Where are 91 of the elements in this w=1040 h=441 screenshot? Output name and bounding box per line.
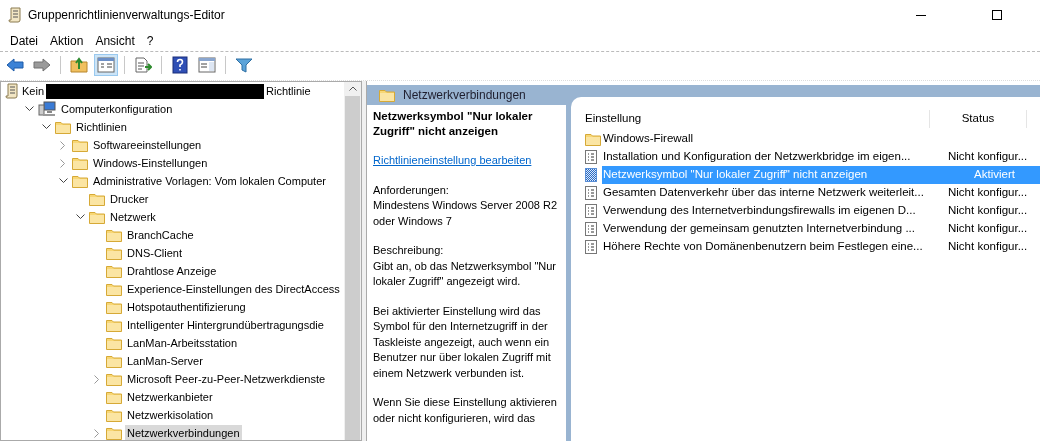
tree-item-label[interactable]: Kein <box>22 82 45 100</box>
tree-item[interactable]: Microsoft Peer-zu-Peer-Netzwerkdienste <box>125 370 328 388</box>
description-text: Anforderungen: Mindestens Windows Server 2008 R2 oder Windows 7 <box>373 182 559 229</box>
tree-item[interactable]: Netzwerkisolation <box>125 406 216 424</box>
setting-icon <box>585 168 597 182</box>
tree-item[interactable]: LanMan-Server <box>125 352 205 370</box>
tree-item[interactable]: Computerkonfiguration <box>59 100 175 118</box>
console-tree-icon <box>97 57 115 73</box>
forward-arrow-icon <box>33 58 51 72</box>
folder-icon <box>106 372 122 386</box>
tree-item[interactable]: LanMan-Arbeitsstation <box>125 334 240 352</box>
tree-item[interactable]: Hotspotauthentifizierung <box>125 298 248 316</box>
tree-item[interactable]: Netzwerkverbindungen <box>125 424 242 440</box>
header-title: Netzwerkverbindungen <box>403 87 526 104</box>
folder-icon <box>72 138 88 152</box>
export-list-icon <box>134 57 152 73</box>
folder-icon <box>106 390 122 404</box>
folder-icon <box>106 228 122 242</box>
description-text: Beschreibung: Gibt an, ob das Netzwerksymbol "Nur lokaler Zugriff" angezeigt wird. <box>373 243 558 289</box>
folder-icon <box>585 132 601 146</box>
computer-icon <box>38 101 56 117</box>
setting-icon <box>585 204 597 218</box>
setting-icon <box>585 150 597 164</box>
folder-icon <box>72 174 88 188</box>
maximize-icon <box>992 10 1002 20</box>
tree-item[interactable]: Netzwerkanbieter <box>125 388 215 406</box>
description-text: Bei aktivierter Einstellung wird das Symbol für den Internetzugriff in der Taskleiste angezeigt, auch wenn ein Benutzer nur über lokalen Zugriff mit einem Netzwerk verbunden ist. <box>373 303 552 381</box>
folder-icon <box>106 246 122 260</box>
chevron-right-icon[interactable] <box>60 140 66 150</box>
list-row[interactable]: Verwendung des Internetverbindungsfirewalls im eigenen D... Nicht konfigur... <box>602 202 1040 220</box>
chevron-down-icon[interactable] <box>75 214 85 220</box>
chevron-right-icon[interactable] <box>94 428 100 438</box>
folder-icon <box>89 210 105 224</box>
chevron-right-icon[interactable] <box>94 374 100 384</box>
tree-item[interactable]: Softwareeinstellungen <box>91 136 204 154</box>
setting-icon <box>585 222 597 236</box>
folder-icon <box>106 336 122 350</box>
tree-item[interactable]: Richtlinien <box>74 118 129 136</box>
tree-item[interactable]: Drucker <box>108 190 151 208</box>
folder-icon <box>106 264 122 278</box>
scroll-icon <box>8 7 22 23</box>
minimize-icon <box>916 14 926 16</box>
list-row[interactable]: Höhere Rechte von Domänenbenutzern beim Festlegen eine... Nicht konfigur... <box>602 238 1040 256</box>
menu-item[interactable]: Ansicht <box>89 30 141 51</box>
setting-icon <box>585 186 597 200</box>
edit-policy-link[interactable]: Richtlinieneinstellung bearbeiten <box>373 153 532 169</box>
list-row[interactable]: Installation und Konfiguration der Netzwerkbridge im eigen... Nicht konfigur... <box>602 148 1040 166</box>
setting-icon <box>585 240 597 254</box>
tree-item[interactable]: Drahtlose Anzeige <box>125 262 219 280</box>
window-title: Gruppenrichtlinienverwaltungs-Editor <box>28 7 225 24</box>
menu-item[interactable]: ? <box>140 30 160 51</box>
chevron-right-icon[interactable] <box>60 158 66 168</box>
tree-item-label[interactable]: Richtlinie <box>266 82 311 100</box>
action-pane-icon <box>198 57 216 73</box>
folder-icon <box>379 88 395 102</box>
tree-item[interactable]: BranchCache <box>125 226 196 244</box>
tree-item[interactable]: Netzwerk <box>108 208 158 226</box>
column-header[interactable]: Status <box>930 110 1026 128</box>
folder-icon <box>106 354 122 368</box>
menu-item[interactable]: Datei <box>4 30 44 51</box>
scrollbar-thumb[interactable] <box>345 96 360 440</box>
folder-icon <box>106 282 122 296</box>
description-text: Wenn Sie diese Einstellung aktivieren oder nicht konfigurieren, wird das <box>373 395 558 426</box>
filter-icon <box>235 57 253 73</box>
folder-icon <box>106 300 122 314</box>
tree-item[interactable]: Administrative Vorlagen: Vom lokalen Computer <box>91 172 328 190</box>
back-arrow-icon <box>6 58 24 72</box>
list-row[interactable]: Verwendung der gemeinsam genutzten Internetverbindung ... Nicht konfigur... <box>602 220 1040 238</box>
scroll-up-icon[interactable] <box>348 86 357 91</box>
folder-icon <box>55 120 71 134</box>
list-row[interactable]: Windows-Firewall <box>602 130 1040 148</box>
folder-icon <box>106 408 122 422</box>
tree-item[interactable]: Intelligenter Hintergrundübertragungsdie <box>125 316 326 334</box>
tree-item[interactable]: Experience-Einstellungen des DirectAccess <box>125 280 342 298</box>
chevron-down-icon[interactable] <box>58 178 68 184</box>
folder-icon <box>72 156 88 170</box>
menu-item[interactable]: Aktion <box>44 30 90 51</box>
tree-item[interactable]: Windows-Einstellungen <box>91 154 210 172</box>
folder-icon <box>106 318 122 332</box>
scrollbar[interactable] <box>344 82 361 440</box>
help-icon <box>172 56 188 74</box>
folder-up-icon <box>70 57 88 73</box>
column-header[interactable]: Einstellung <box>571 110 929 128</box>
scroll-icon <box>5 83 19 99</box>
folder-icon <box>89 192 105 206</box>
policy-title: Netzwerksymbol "Nur lokaler Zugriff" nicht anzeigen <box>373 109 534 139</box>
chevron-down-icon[interactable] <box>24 106 34 112</box>
folder-icon <box>106 426 122 440</box>
tree-item[interactable]: DNS-Client <box>125 244 184 262</box>
list-row[interactable]: Gesamten Datenverkehr über das interne Netzwerk weiterleit... Nicht konfigur... <box>602 184 1040 202</box>
chevron-down-icon[interactable] <box>41 124 51 130</box>
